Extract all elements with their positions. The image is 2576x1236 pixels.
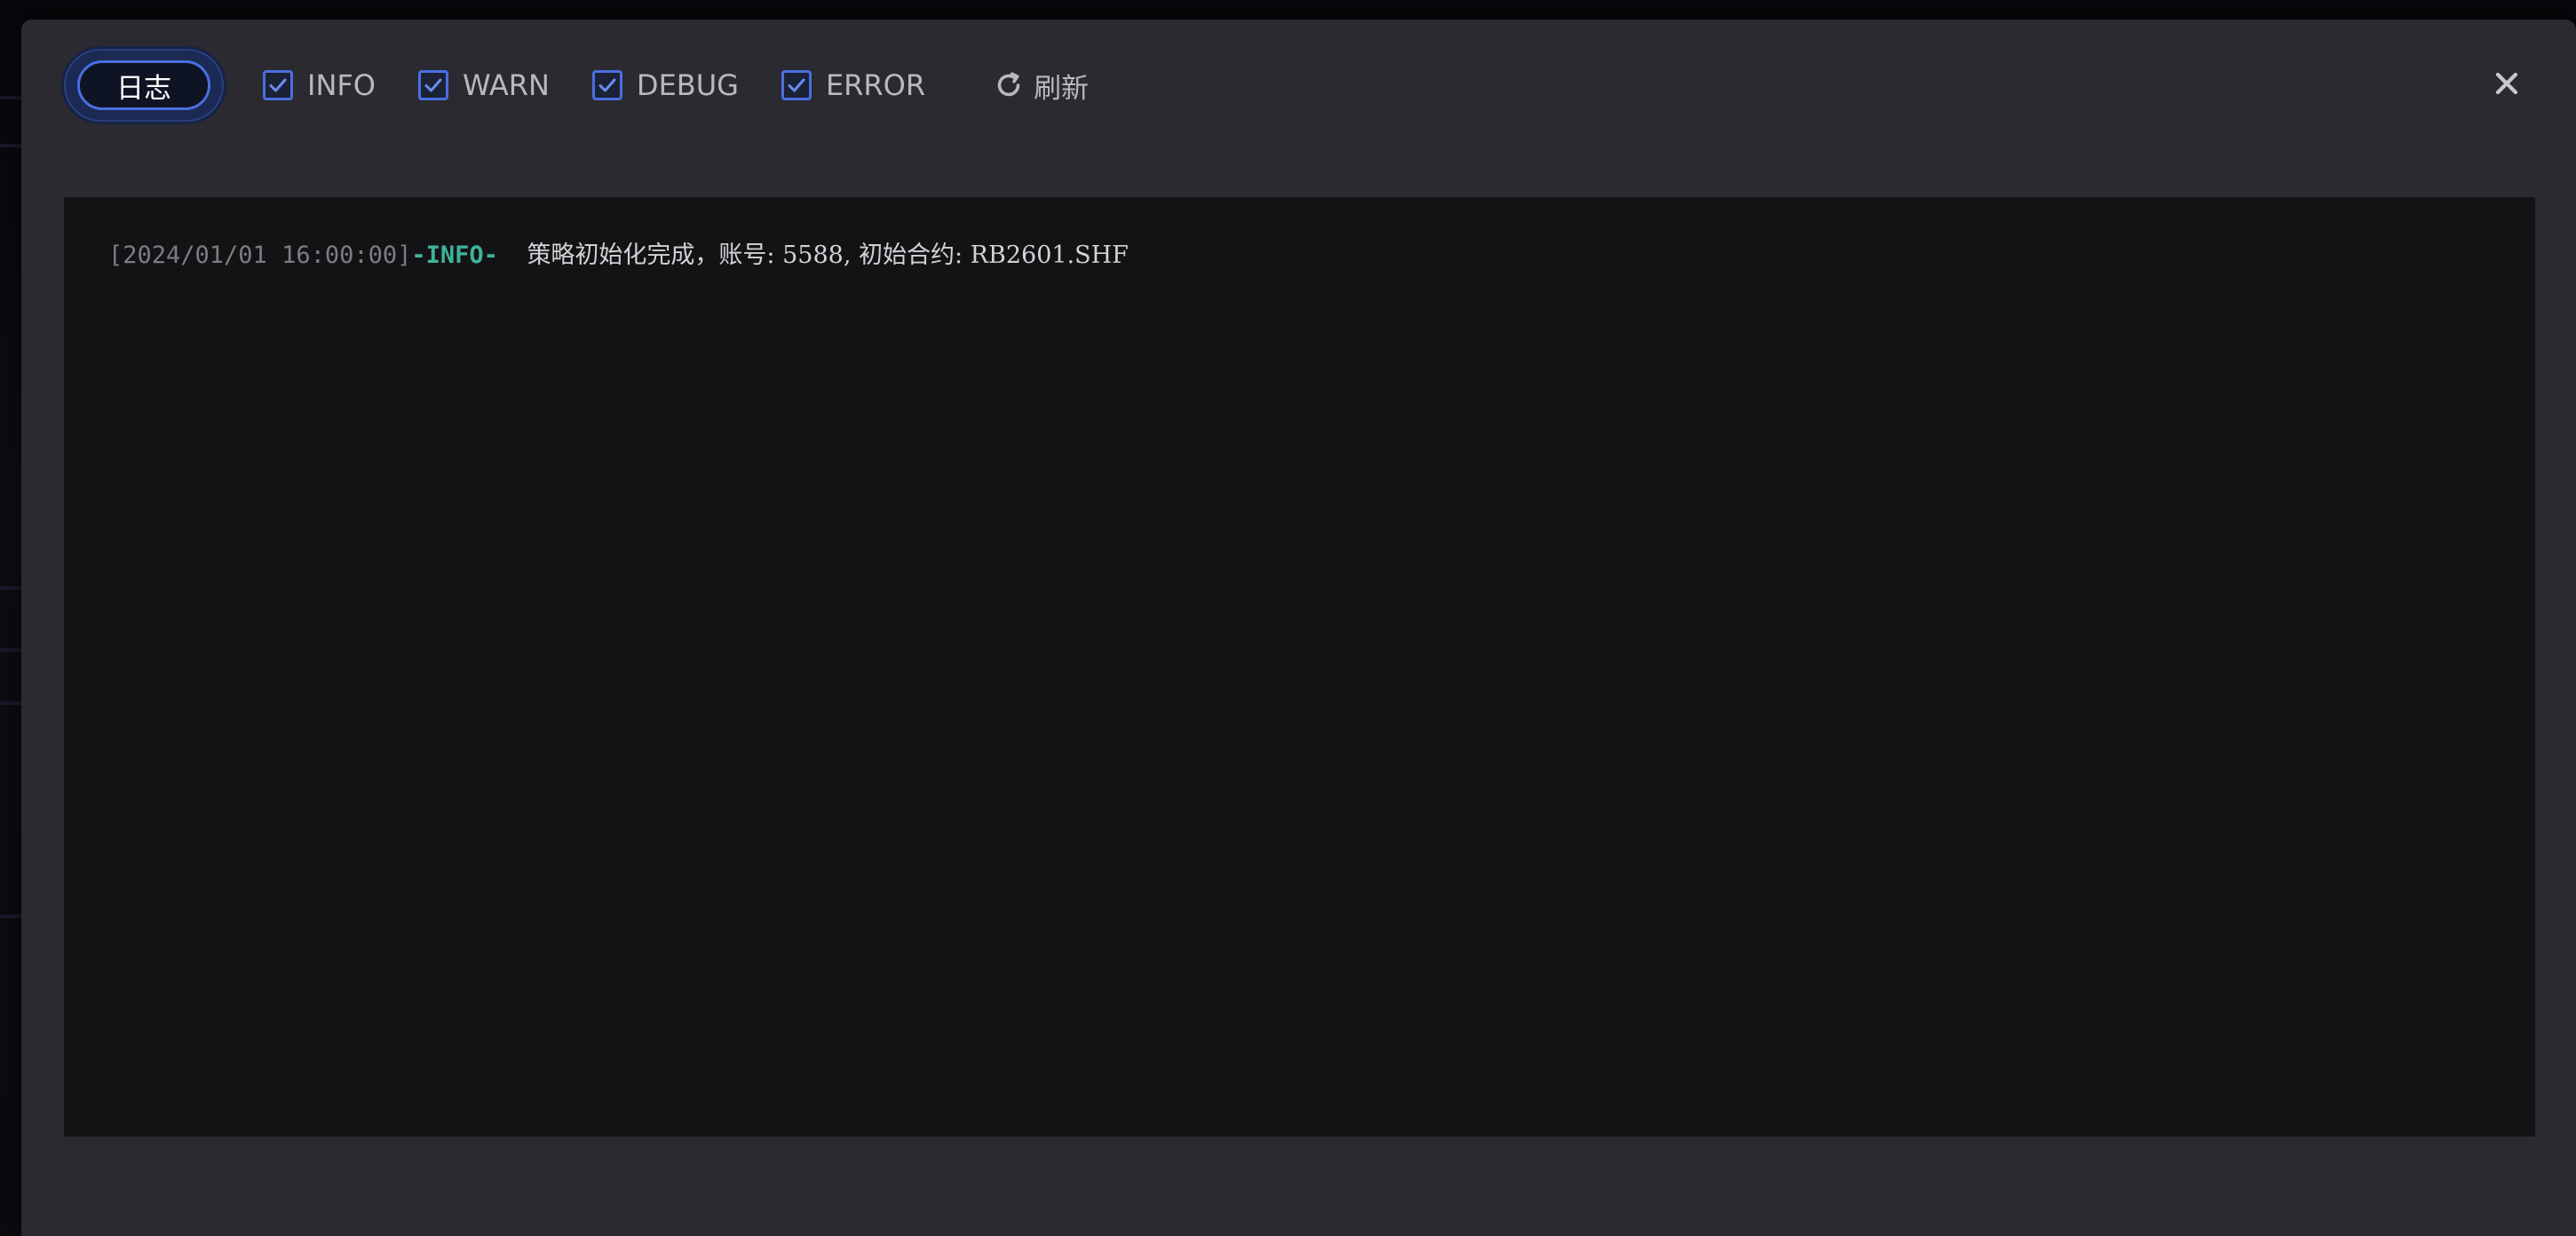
check-icon [424,78,442,92]
close-icon [2495,72,2518,95]
backdrop-decoration [0,586,23,590]
backdrop-decoration [0,915,23,918]
log-entry-timestamp: [2024/01/01 16:00:00] [108,242,412,269]
log-dialog: 日志 INFO WARN DEBUG ERROR 刷新 [2024/01/01 … [21,20,2576,1236]
refresh-button[interactable]: 刷新 [993,66,1089,106]
backdrop-decoration [0,701,23,705]
backdrop-decoration [0,648,23,652]
filter-error[interactable]: ERROR [781,66,925,105]
filter-warn-checkbox[interactable] [417,70,448,100]
log-toolbar: 日志 INFO WARN DEBUG ERROR 刷新 [21,20,2576,153]
filter-info[interactable]: INFO [263,66,376,105]
log-tab[interactable]: 日志 [64,49,224,122]
log-entry-level: -INFO- [411,242,498,269]
filter-error-label: ERROR [825,68,926,102]
filter-info-checkbox[interactable] [263,70,293,100]
close-button[interactable] [2487,64,2526,103]
filter-debug-checkbox[interactable] [591,70,622,100]
log-output-panel[interactable]: [2024/01/01 16:00:00]-INFO- 策略初始化完成，账号: … [64,197,2535,1137]
filter-warn[interactable]: WARN [417,66,550,105]
filter-debug[interactable]: DEBUG [591,66,739,105]
filter-error-checkbox[interactable] [781,70,812,100]
log-tab-label: 日志 [77,60,210,110]
log-entry: [2024/01/01 16:00:00]-INFO- 策略初始化完成，账号: … [108,238,2535,273]
level-filters: INFO WARN DEBUG ERROR 刷新 [263,66,1089,105]
refresh-label: 刷新 [1034,72,1090,105]
backdrop-decoration [0,96,23,99]
filter-warn-label: WARN [462,68,550,102]
refresh-icon [993,69,1025,101]
backdrop-decoration [0,144,23,147]
log-entry-message: 策略初始化完成，账号: 5588, 初始合约: RB2601.SHF [527,242,1129,269]
filter-info-label: INFO [307,68,376,102]
check-icon [788,78,805,92]
filter-debug-label: DEBUG [636,68,739,102]
check-icon [269,78,287,92]
check-icon [598,78,616,92]
